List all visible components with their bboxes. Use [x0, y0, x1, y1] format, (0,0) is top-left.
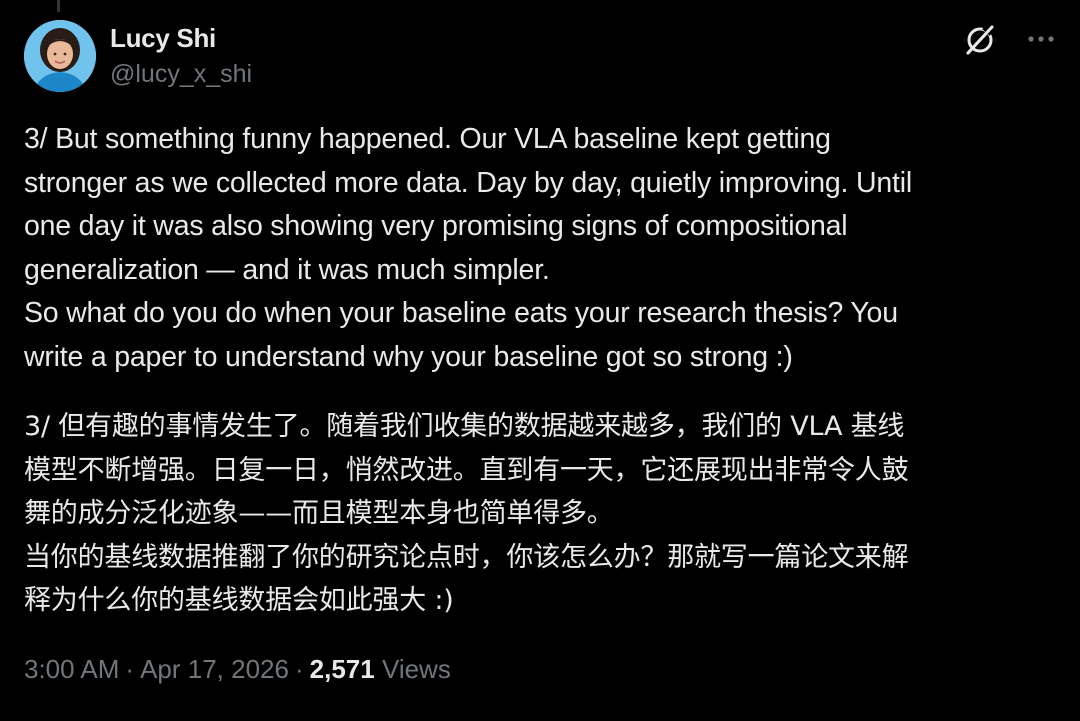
meta-separator: ·	[294, 654, 304, 684]
tweet-time[interactable]: 3:00 AM	[24, 654, 119, 684]
author-name[interactable]: Lucy Shi	[110, 23, 216, 54]
view-count[interactable]: 2,571	[310, 654, 375, 684]
author-handle[interactable]: @lucy_x_shi	[110, 60, 252, 89]
thread-connector-line	[57, 0, 60, 12]
tweet-line: So what do you do when your baseline eat…	[24, 297, 898, 329]
tweet-line: stronger as we collected more data. Day …	[24, 166, 912, 199]
tweet-line: 当你的基线数据推翻了你的研究论点时，你该怎么办？那就写一篇论文来解	[24, 541, 909, 573]
tweet-body: 3/ But something funny happened. Our VLA…	[24, 118, 1056, 623]
tweet-line: write a paper to understand why your bas…	[24, 340, 793, 373]
tweet-line: 释为什么你的基线数据会如此强大 :)	[24, 585, 454, 616]
tweet-header: Lucy Shi @lucy_x_shi	[24, 18, 1056, 94]
grok-icon[interactable]	[962, 19, 999, 58]
meta-separator: ·	[125, 654, 135, 684]
tweet-text-chinese: 3/ 但有趣的事情发生了。随着我们收集的数据越来越多，我们的 VLA 基线 模型…	[24, 405, 1056, 623]
tweet-date[interactable]: Apr 17, 2026	[140, 654, 289, 684]
tweet-text-english: 3/ But something funny happened. Our VLA…	[24, 118, 1056, 379]
tweet-line: 模型不断增强。日复一日，悄然改进。直到有一天，它还展现出非常令人鼓	[24, 454, 909, 486]
views-label: Views	[381, 654, 451, 684]
more-options-icon[interactable]	[1026, 26, 1056, 52]
tweet-line: generalization — and it was much simpler…	[24, 253, 550, 286]
tweet-line: 舞的成分泛化迹象——而且模型本身也简单得多。	[24, 498, 614, 529]
tweet-line: 3/ But something funny happened. Our VLA…	[24, 123, 831, 155]
tweet-line: one day it was also showing very promisi…	[24, 210, 848, 242]
avatar[interactable]	[24, 20, 96, 92]
tweet-line: 3/ 但有趣的事情发生了。随着我们收集的数据越来越多，我们的 VLA 基线	[24, 411, 905, 442]
tweet-metadata: 3:00 AM · Apr 17, 2026 · 2,571 Views	[24, 654, 451, 685]
